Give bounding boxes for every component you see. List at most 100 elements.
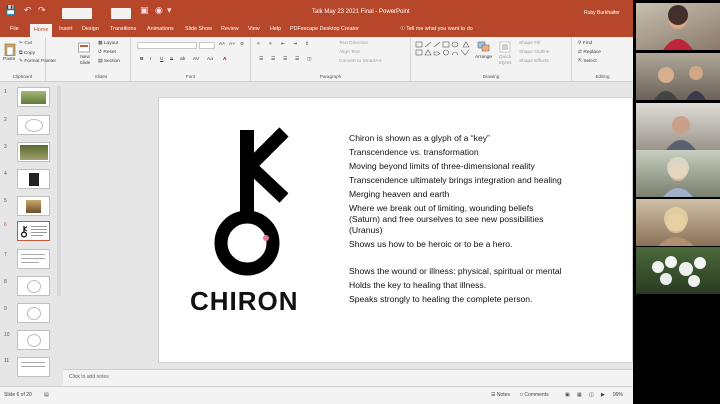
tab-slide-show[interactable]: Slide Show	[185, 26, 212, 32]
zoom-level[interactable]: 99%	[613, 392, 623, 398]
tell-me-text: Tell me what you want to do	[406, 26, 473, 32]
slide-thumbnail-11[interactable]	[17, 357, 50, 377]
italic-button[interactable]: I	[150, 57, 151, 62]
text-direction-button[interactable]: Text Direction	[339, 41, 368, 46]
tab-insert[interactable]: Insert	[59, 26, 72, 32]
new-slide-icon[interactable]	[78, 42, 90, 54]
tab-home[interactable]: Home	[30, 24, 53, 37]
tab-transitions[interactable]: Transitions	[110, 26, 136, 32]
slide-thumbnail-10[interactable]	[17, 330, 50, 350]
clear-format-icon[interactable]: ⊘	[240, 42, 244, 47]
font-size-box[interactable]	[199, 42, 215, 49]
slide-thumbnail-4[interactable]	[17, 169, 50, 189]
shape-outline-button[interactable]: Shape Outline	[519, 50, 549, 55]
shadow-button[interactable]: ab	[180, 57, 185, 62]
participant-video-tile[interactable]	[636, 3, 720, 50]
slide-number: 3	[4, 144, 7, 150]
normal-view-icon[interactable]: ▣	[565, 392, 570, 398]
slide-number: 7	[4, 252, 7, 258]
increase-indent-icon[interactable]: ⇥	[293, 42, 297, 47]
tab-pdfescape[interactable]: PDFescape Desktop Creator	[290, 26, 359, 32]
slide-thumbnail-2[interactable]	[17, 115, 50, 135]
tab-view[interactable]: View	[248, 26, 260, 32]
align-right-icon[interactable]: ☰	[283, 57, 287, 62]
format-painter-button[interactable]: ✎ Format Painter	[19, 59, 56, 64]
slide-number: 11	[4, 358, 10, 364]
arrange-label[interactable]: Arrange	[475, 55, 492, 61]
slide-canvas[interactable]: CHIRON Chiron is shown as a glyph of a “…	[158, 97, 633, 363]
align-center-icon[interactable]: ☰	[271, 57, 275, 62]
participant-video-tile[interactable]	[636, 53, 720, 100]
copy-button[interactable]: ⧉ Copy	[19, 50, 35, 56]
cut-button[interactable]: ✂ Cut	[19, 41, 32, 46]
slide-thumbnail-8[interactable]	[17, 276, 50, 296]
grow-font-icon[interactable]: A˄	[219, 42, 225, 47]
change-case-button[interactable]: Aa	[207, 57, 213, 62]
underline-button[interactable]: U	[160, 57, 163, 62]
replace-button[interactable]: ⇄ Replace	[578, 50, 601, 55]
strikethrough-button[interactable]: S	[170, 57, 173, 62]
bold-button[interactable]: B	[140, 57, 143, 62]
font-color-button[interactable]: A	[223, 57, 226, 62]
tell-me-search[interactable]: ☉ Tell me what you want to do	[400, 26, 473, 32]
slide-thumbnail-9[interactable]	[17, 303, 50, 323]
bullets-icon[interactable]: ≡	[257, 42, 260, 47]
shape-fill-button[interactable]: Shape Fill	[519, 41, 540, 46]
paste-icon[interactable]	[4, 42, 16, 56]
columns-icon[interactable]: ◫	[307, 57, 312, 62]
tab-help[interactable]: Help	[270, 26, 281, 32]
customize-toolbar-icon[interactable]: ▾	[167, 5, 172, 16]
reading-view-icon[interactable]: ◫	[589, 392, 594, 398]
accessibility-icon[interactable]: ▤	[44, 392, 49, 398]
numbering-icon[interactable]: ≡	[269, 42, 272, 47]
user-name[interactable]: Ruby Burkhalter	[584, 10, 620, 16]
participant-video-tile[interactable]	[636, 150, 720, 197]
slide-thumbnail-5[interactable]	[17, 196, 50, 216]
touch-mode-icon[interactable]: ◉	[155, 5, 163, 16]
smartart-button[interactable]: Convert to SmartArt	[339, 59, 381, 64]
shapes-gallery-icon[interactable]	[415, 41, 471, 63]
section-button[interactable]: ▤ Section	[98, 59, 120, 64]
slide-thumbnail-7[interactable]	[17, 249, 50, 269]
tab-animations[interactable]: Animations	[147, 26, 174, 32]
font-name-box[interactable]	[137, 42, 197, 49]
quick-access-field-2[interactable]	[111, 8, 131, 19]
start-from-beginning-icon[interactable]: ▣	[140, 5, 149, 16]
arrange-icon[interactable]	[477, 41, 491, 53]
tab-file[interactable]: File	[10, 26, 19, 32]
participant-video-tile[interactable]	[636, 199, 720, 246]
select-button[interactable]: ⇱ Select	[578, 59, 597, 64]
save-icon[interactable]: 💾	[5, 5, 16, 16]
notes-toggle[interactable]: ☰ Notes	[491, 392, 510, 398]
slide-thumbnail-1[interactable]	[17, 87, 50, 107]
char-spacing-button[interactable]: AV	[193, 57, 199, 62]
slide-sorter-icon[interactable]: ▦	[577, 392, 582, 398]
reset-button[interactable]: ↺ Reset	[98, 50, 116, 55]
align-left-icon[interactable]: ☰	[259, 57, 263, 62]
redo-icon[interactable]: ↷	[38, 5, 46, 16]
notes-pane[interactable]: Click to add notes	[63, 369, 633, 386]
participant-video-tile[interactable]	[636, 103, 720, 150]
new-slide-label[interactable]: New Slide	[75, 55, 95, 66]
comments-toggle[interactable]: □ Comments	[520, 392, 549, 398]
tab-design[interactable]: Design	[82, 26, 99, 32]
decrease-indent-icon[interactable]: ⇤	[281, 42, 285, 47]
find-button[interactable]: ⚲ Find	[578, 41, 592, 46]
line-spacing-icon[interactable]: ⇕	[305, 42, 309, 47]
shrink-font-icon[interactable]: A˅	[229, 42, 235, 47]
slide-thumbnail-6[interactable]	[17, 221, 50, 241]
undo-icon[interactable]: ↶	[24, 5, 32, 16]
participant-video-tile[interactable]	[636, 247, 720, 294]
quick-styles-icon[interactable]	[499, 41, 511, 53]
slideshow-view-icon[interactable]: ▶	[601, 392, 605, 398]
slide-thumbnail-3[interactable]	[17, 142, 50, 162]
thumbnail-scrollbar[interactable]	[57, 86, 61, 296]
align-text-button[interactable]: Align Text	[339, 50, 360, 55]
paste-label[interactable]: Paste	[3, 57, 15, 63]
quick-access-field[interactable]	[62, 8, 92, 19]
tab-review[interactable]: Review	[221, 26, 239, 32]
justify-icon[interactable]: ☰	[295, 57, 299, 62]
layout-button[interactable]: ▦ Layout	[98, 41, 118, 46]
quick-styles-label[interactable]: Quick Styles	[497, 55, 513, 66]
shape-effects-button[interactable]: Shape Effects	[519, 59, 549, 64]
